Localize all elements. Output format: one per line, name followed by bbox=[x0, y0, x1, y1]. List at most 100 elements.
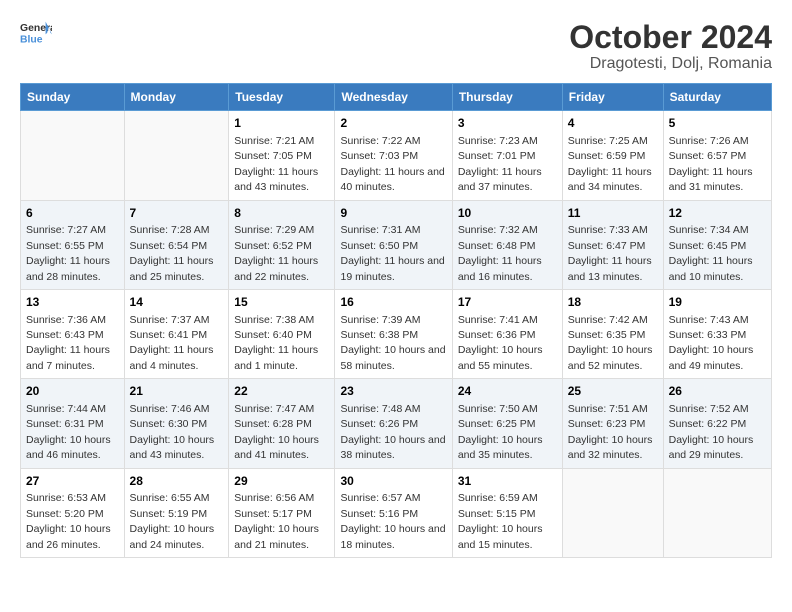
calendar-week-row: 27 Sunrise: 6:53 AMSunset: 5:20 PMDaylig… bbox=[21, 468, 772, 557]
day-number: 17 bbox=[458, 294, 557, 311]
day-number: 1 bbox=[234, 115, 329, 132]
sunrise-text: Sunrise: 7:33 AMSunset: 6:47 PMDaylight:… bbox=[568, 224, 652, 282]
table-cell: 27 Sunrise: 6:53 AMSunset: 5:20 PMDaylig… bbox=[21, 468, 125, 557]
day-number: 19 bbox=[669, 294, 766, 311]
day-number: 25 bbox=[568, 383, 658, 400]
logo: General Blue bbox=[20, 20, 52, 48]
table-cell: 14 Sunrise: 7:37 AMSunset: 6:41 PMDaylig… bbox=[124, 289, 229, 378]
sunrise-text: Sunrise: 7:22 AMSunset: 7:03 PMDaylight:… bbox=[340, 135, 444, 193]
sunrise-text: Sunrise: 7:42 AMSunset: 6:35 PMDaylight:… bbox=[568, 314, 653, 372]
table-cell bbox=[562, 468, 663, 557]
calendar-table: Sunday Monday Tuesday Wednesday Thursday… bbox=[20, 83, 772, 558]
month-year-title: October 2024 bbox=[569, 20, 772, 55]
table-cell: 26 Sunrise: 7:52 AMSunset: 6:22 PMDaylig… bbox=[663, 379, 771, 468]
sunrise-text: Sunrise: 7:46 AMSunset: 6:30 PMDaylight:… bbox=[130, 403, 215, 461]
sunrise-text: Sunrise: 7:47 AMSunset: 6:28 PMDaylight:… bbox=[234, 403, 319, 461]
svg-text:Blue: Blue bbox=[20, 34, 43, 45]
day-number: 22 bbox=[234, 383, 329, 400]
day-number: 6 bbox=[26, 205, 119, 222]
day-number: 4 bbox=[568, 115, 658, 132]
sunrise-text: Sunrise: 7:29 AMSunset: 6:52 PMDaylight:… bbox=[234, 224, 318, 282]
table-cell: 6 Sunrise: 7:27 AMSunset: 6:55 PMDayligh… bbox=[21, 200, 125, 289]
day-number: 28 bbox=[130, 473, 224, 490]
calendar-week-row: 6 Sunrise: 7:27 AMSunset: 6:55 PMDayligh… bbox=[21, 200, 772, 289]
sunrise-text: Sunrise: 7:26 AMSunset: 6:57 PMDaylight:… bbox=[669, 135, 753, 193]
day-number: 13 bbox=[26, 294, 119, 311]
day-number: 20 bbox=[26, 383, 119, 400]
table-cell: 13 Sunrise: 7:36 AMSunset: 6:43 PMDaylig… bbox=[21, 289, 125, 378]
table-cell: 5 Sunrise: 7:26 AMSunset: 6:57 PMDayligh… bbox=[663, 111, 771, 200]
table-cell: 11 Sunrise: 7:33 AMSunset: 6:47 PMDaylig… bbox=[562, 200, 663, 289]
sunrise-text: Sunrise: 7:52 AMSunset: 6:22 PMDaylight:… bbox=[669, 403, 754, 461]
location-subtitle: Dragotesti, Dolj, Romania bbox=[569, 55, 772, 73]
table-cell: 25 Sunrise: 7:51 AMSunset: 6:23 PMDaylig… bbox=[562, 379, 663, 468]
table-cell: 20 Sunrise: 7:44 AMSunset: 6:31 PMDaylig… bbox=[21, 379, 125, 468]
day-number: 27 bbox=[26, 473, 119, 490]
table-cell: 18 Sunrise: 7:42 AMSunset: 6:35 PMDaylig… bbox=[562, 289, 663, 378]
sunrise-text: Sunrise: 6:55 AMSunset: 5:19 PMDaylight:… bbox=[130, 492, 215, 550]
sunrise-text: Sunrise: 7:34 AMSunset: 6:45 PMDaylight:… bbox=[669, 224, 753, 282]
logo-icon: General Blue bbox=[20, 20, 52, 48]
header-thursday: Thursday bbox=[452, 84, 562, 111]
table-cell: 8 Sunrise: 7:29 AMSunset: 6:52 PMDayligh… bbox=[229, 200, 335, 289]
table-cell: 22 Sunrise: 7:47 AMSunset: 6:28 PMDaylig… bbox=[229, 379, 335, 468]
header-tuesday: Tuesday bbox=[229, 84, 335, 111]
sunrise-text: Sunrise: 7:41 AMSunset: 6:36 PMDaylight:… bbox=[458, 314, 543, 372]
calendar-week-row: 13 Sunrise: 7:36 AMSunset: 6:43 PMDaylig… bbox=[21, 289, 772, 378]
day-number: 23 bbox=[340, 383, 446, 400]
table-cell: 30 Sunrise: 6:57 AMSunset: 5:16 PMDaylig… bbox=[335, 468, 452, 557]
table-cell bbox=[663, 468, 771, 557]
day-number: 29 bbox=[234, 473, 329, 490]
table-cell: 21 Sunrise: 7:46 AMSunset: 6:30 PMDaylig… bbox=[124, 379, 229, 468]
table-cell: 15 Sunrise: 7:38 AMSunset: 6:40 PMDaylig… bbox=[229, 289, 335, 378]
table-cell: 12 Sunrise: 7:34 AMSunset: 6:45 PMDaylig… bbox=[663, 200, 771, 289]
day-number: 2 bbox=[340, 115, 446, 132]
sunrise-text: Sunrise: 7:27 AMSunset: 6:55 PMDaylight:… bbox=[26, 224, 110, 282]
day-number: 5 bbox=[669, 115, 766, 132]
sunrise-text: Sunrise: 7:38 AMSunset: 6:40 PMDaylight:… bbox=[234, 314, 318, 372]
page-header: General Blue October 2024 Dragotesti, Do… bbox=[20, 20, 772, 73]
day-number: 3 bbox=[458, 115, 557, 132]
title-block: October 2024 Dragotesti, Dolj, Romania bbox=[569, 20, 772, 73]
table-cell bbox=[124, 111, 229, 200]
sunrise-text: Sunrise: 7:48 AMSunset: 6:26 PMDaylight:… bbox=[340, 403, 445, 461]
day-number: 31 bbox=[458, 473, 557, 490]
sunrise-text: Sunrise: 7:28 AMSunset: 6:54 PMDaylight:… bbox=[130, 224, 214, 282]
table-cell: 2 Sunrise: 7:22 AMSunset: 7:03 PMDayligh… bbox=[335, 111, 452, 200]
table-cell: 3 Sunrise: 7:23 AMSunset: 7:01 PMDayligh… bbox=[452, 111, 562, 200]
header-friday: Friday bbox=[562, 84, 663, 111]
day-number: 21 bbox=[130, 383, 224, 400]
table-cell: 4 Sunrise: 7:25 AMSunset: 6:59 PMDayligh… bbox=[562, 111, 663, 200]
day-number: 9 bbox=[340, 205, 446, 222]
weekday-header-row: Sunday Monday Tuesday Wednesday Thursday… bbox=[21, 84, 772, 111]
table-cell: 16 Sunrise: 7:39 AMSunset: 6:38 PMDaylig… bbox=[335, 289, 452, 378]
table-cell: 28 Sunrise: 6:55 AMSunset: 5:19 PMDaylig… bbox=[124, 468, 229, 557]
sunrise-text: Sunrise: 7:31 AMSunset: 6:50 PMDaylight:… bbox=[340, 224, 444, 282]
day-number: 18 bbox=[568, 294, 658, 311]
sunrise-text: Sunrise: 6:56 AMSunset: 5:17 PMDaylight:… bbox=[234, 492, 319, 550]
day-number: 8 bbox=[234, 205, 329, 222]
sunrise-text: Sunrise: 7:25 AMSunset: 6:59 PMDaylight:… bbox=[568, 135, 652, 193]
day-number: 24 bbox=[458, 383, 557, 400]
table-cell: 31 Sunrise: 6:59 AMSunset: 5:15 PMDaylig… bbox=[452, 468, 562, 557]
table-cell: 23 Sunrise: 7:48 AMSunset: 6:26 PMDaylig… bbox=[335, 379, 452, 468]
sunrise-text: Sunrise: 7:21 AMSunset: 7:05 PMDaylight:… bbox=[234, 135, 318, 193]
day-number: 15 bbox=[234, 294, 329, 311]
calendar-week-row: 1 Sunrise: 7:21 AMSunset: 7:05 PMDayligh… bbox=[21, 111, 772, 200]
day-number: 16 bbox=[340, 294, 446, 311]
sunrise-text: Sunrise: 7:50 AMSunset: 6:25 PMDaylight:… bbox=[458, 403, 543, 461]
sunrise-text: Sunrise: 6:57 AMSunset: 5:16 PMDaylight:… bbox=[340, 492, 445, 550]
header-monday: Monday bbox=[124, 84, 229, 111]
sunrise-text: Sunrise: 7:37 AMSunset: 6:41 PMDaylight:… bbox=[130, 314, 214, 372]
sunrise-text: Sunrise: 6:53 AMSunset: 5:20 PMDaylight:… bbox=[26, 492, 111, 550]
day-number: 7 bbox=[130, 205, 224, 222]
header-saturday: Saturday bbox=[663, 84, 771, 111]
sunrise-text: Sunrise: 7:51 AMSunset: 6:23 PMDaylight:… bbox=[568, 403, 653, 461]
day-number: 14 bbox=[130, 294, 224, 311]
table-cell: 17 Sunrise: 7:41 AMSunset: 6:36 PMDaylig… bbox=[452, 289, 562, 378]
sunrise-text: Sunrise: 7:39 AMSunset: 6:38 PMDaylight:… bbox=[340, 314, 445, 372]
table-cell: 19 Sunrise: 7:43 AMSunset: 6:33 PMDaylig… bbox=[663, 289, 771, 378]
sunrise-text: Sunrise: 6:59 AMSunset: 5:15 PMDaylight:… bbox=[458, 492, 543, 550]
table-cell: 9 Sunrise: 7:31 AMSunset: 6:50 PMDayligh… bbox=[335, 200, 452, 289]
header-wednesday: Wednesday bbox=[335, 84, 452, 111]
